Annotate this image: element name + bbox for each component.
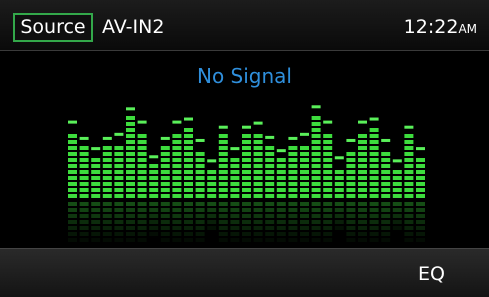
visualizer-bar bbox=[323, 120, 333, 242]
clock: 12:22AM bbox=[404, 15, 477, 41]
visualizer-peak bbox=[230, 147, 240, 151]
visualizer-peak bbox=[242, 125, 251, 129]
visualizer-bar bbox=[358, 120, 367, 242]
clock-ampm: AM bbox=[458, 22, 477, 36]
visualizer-peak bbox=[68, 120, 77, 124]
visualizer-bar bbox=[288, 136, 298, 242]
visualizer-peak bbox=[102, 136, 112, 140]
visualizer-bar bbox=[184, 117, 193, 242]
visualizer-peak bbox=[253, 121, 263, 125]
eq-button[interactable]: EQ bbox=[418, 262, 445, 286]
clock-time: 12:22 bbox=[403, 16, 459, 38]
visualizer-peak bbox=[218, 125, 228, 129]
audio-visualizer bbox=[68, 105, 425, 242]
source-name: AV-IN2 bbox=[102, 16, 165, 38]
bottom-bar: EQ bbox=[0, 248, 489, 297]
source-button[interactable]: Source bbox=[13, 13, 93, 42]
visualizer-bar bbox=[218, 125, 228, 242]
visualizer-peak bbox=[416, 147, 425, 151]
visualizer-bar bbox=[137, 120, 147, 242]
visualizer-peak bbox=[392, 159, 402, 163]
visualizer-peak bbox=[265, 135, 275, 139]
visualizer-bar bbox=[346, 138, 356, 242]
visualizer-bar bbox=[300, 132, 309, 242]
visualizer-peak bbox=[276, 149, 286, 153]
visualizer-peak bbox=[195, 138, 205, 142]
visualizer-peak bbox=[126, 107, 135, 111]
visualizer-peak bbox=[381, 138, 391, 142]
visualizer-peak bbox=[79, 136, 89, 140]
visualizer-peak bbox=[288, 136, 298, 140]
visualizer-peak bbox=[149, 155, 159, 159]
visualizer-bar bbox=[416, 147, 425, 242]
visualizer-peak bbox=[184, 117, 193, 121]
visualizer-bar bbox=[102, 136, 112, 242]
visualizer-peak bbox=[311, 105, 321, 109]
top-bar: Source AV-IN2 12:22AM bbox=[0, 0, 489, 51]
visualizer-bar bbox=[207, 159, 217, 230]
visualizer-bar bbox=[79, 136, 89, 242]
visualizer-bar bbox=[91, 147, 101, 242]
visualizer-peak bbox=[160, 136, 170, 140]
visualizer-peak bbox=[137, 120, 147, 124]
visualizer-peak bbox=[91, 147, 101, 151]
visualizer-bar bbox=[68, 120, 77, 242]
visualizer-peak bbox=[358, 120, 367, 124]
visualizer-peak bbox=[334, 156, 344, 160]
visualizer-bar bbox=[126, 107, 135, 242]
visualizer-bar bbox=[172, 120, 182, 242]
visualizer-peak bbox=[369, 117, 379, 121]
visualizer-peak bbox=[404, 125, 414, 129]
visualizer-bar bbox=[311, 105, 321, 242]
visualizer-bar bbox=[160, 136, 170, 242]
visualizer-bar bbox=[276, 149, 286, 242]
visualizer-bar bbox=[149, 155, 159, 236]
visualizer-peak bbox=[207, 159, 217, 163]
visualizer-bar bbox=[114, 132, 124, 242]
visualizer-peak bbox=[172, 120, 182, 124]
visualizer-bar bbox=[369, 117, 379, 242]
visualizer-bar bbox=[230, 147, 240, 242]
visualizer-peak bbox=[323, 120, 333, 124]
visualizer-bar bbox=[392, 159, 402, 230]
visualizer-peak bbox=[300, 132, 309, 136]
visualizer-peak bbox=[114, 132, 124, 136]
visualizer-bar bbox=[195, 138, 205, 242]
visualizer-peak bbox=[346, 138, 356, 142]
visualizer-bar bbox=[404, 125, 414, 242]
visualizer-bar bbox=[253, 121, 263, 242]
visualizer-bar bbox=[242, 125, 251, 242]
visualizer-bar bbox=[381, 138, 391, 242]
visualizer-bar bbox=[265, 135, 275, 242]
visualizer-bar bbox=[334, 156, 344, 230]
